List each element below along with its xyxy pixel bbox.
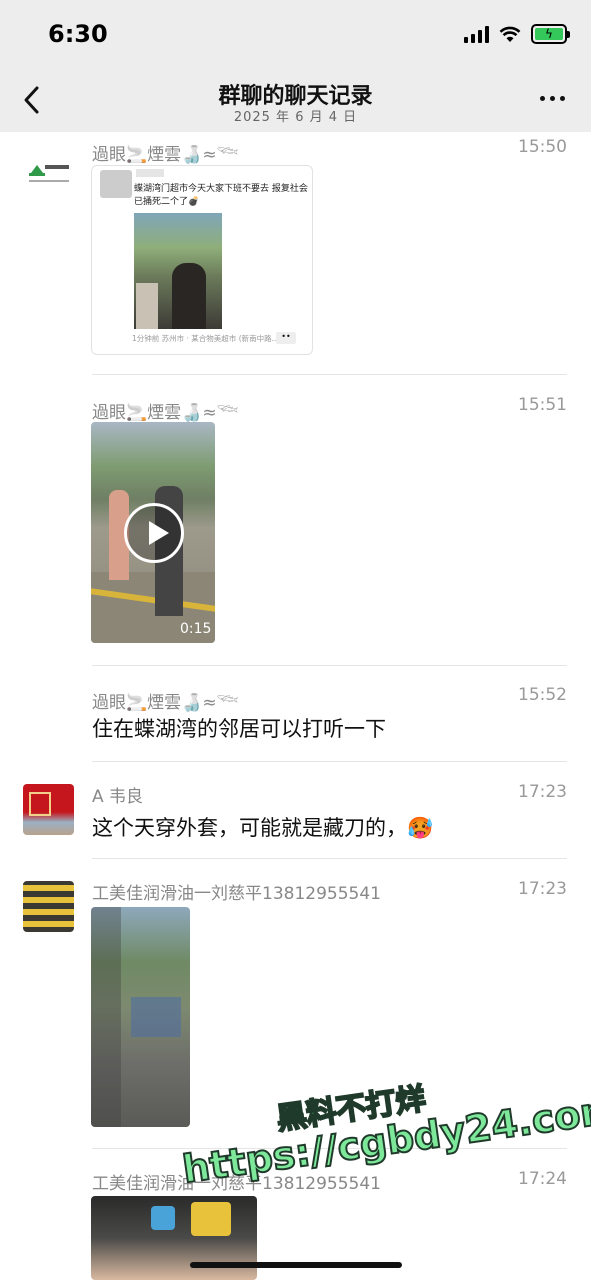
avatar[interactable] <box>23 153 74 204</box>
post-text: 蝶湖湾门超市今天大家下班不要去 报复社会 已捅死二个了💣 <box>134 184 308 207</box>
wifi-icon <box>499 26 521 42</box>
sender-name: 過眼🚬煙雲🍶≈𓆝 <box>92 145 239 165</box>
status-icons: ϟ <box>464 24 570 44</box>
video-duration: 0:15 <box>180 621 212 637</box>
divider <box>92 858 567 859</box>
sender-name: 過眼🚬煙雲🍶≈𓆝 <box>92 693 239 713</box>
signal-icon <box>464 25 489 43</box>
video-thumbnail[interactable]: 0:15 <box>91 422 215 643</box>
message-time: 15:52 <box>518 685 567 705</box>
post-image[interactable] <box>134 213 222 329</box>
more-options-icon[interactable] <box>540 96 565 101</box>
divider <box>92 374 567 375</box>
sender-name: 過眼🚬煙雲🍶≈𓆝 <box>92 403 239 423</box>
home-indicator[interactable] <box>190 1262 402 1268</box>
company-logo-icon <box>29 165 69 182</box>
post-more-button[interactable]: •• <box>276 332 296 344</box>
post-avatar <box>100 170 132 198</box>
post-footer: 1分钟前 苏州市 · 某合物美超市 (新南中路... <box>132 334 279 343</box>
image-thumbnail[interactable] <box>91 907 190 1127</box>
nav-bar: 群聊的聊天记录 2025 年 6 月 4 日 <box>0 70 591 132</box>
status-bar: 6:30 ϟ <box>0 0 591 70</box>
sender-name: A 韦良 <box>92 787 144 807</box>
post-author-blurred <box>136 169 164 177</box>
play-icon[interactable] <box>124 503 184 563</box>
message-time: 17:24 <box>518 1169 567 1189</box>
shared-post-card[interactable]: 蝶湖湾门超市今天大家下班不要去 报复社会 已捅死二个了💣 1分钟前 苏州市 · … <box>91 165 313 355</box>
message-text: 住在蝶湖湾的邻居可以打听一下 <box>92 717 386 741</box>
message-time: 17:23 <box>518 782 567 802</box>
page-date: 2025 年 6 月 4 日 <box>233 110 358 125</box>
avatar[interactable] <box>23 784 74 835</box>
avatar[interactable] <box>23 881 74 932</box>
message-time: 15:50 <box>518 137 567 157</box>
status-time: 6:30 <box>48 20 108 48</box>
divider <box>92 761 567 762</box>
message-time: 17:23 <box>518 879 567 899</box>
divider <box>92 665 567 666</box>
message-time: 15:51 <box>518 395 567 415</box>
sender-name: 工美佳润滑油一刘慈平13812955541 <box>92 884 381 904</box>
battery-icon: ϟ <box>531 24 570 44</box>
message-text: 这个天穿外套，可能就是藏刀的，🥵 <box>92 816 434 840</box>
